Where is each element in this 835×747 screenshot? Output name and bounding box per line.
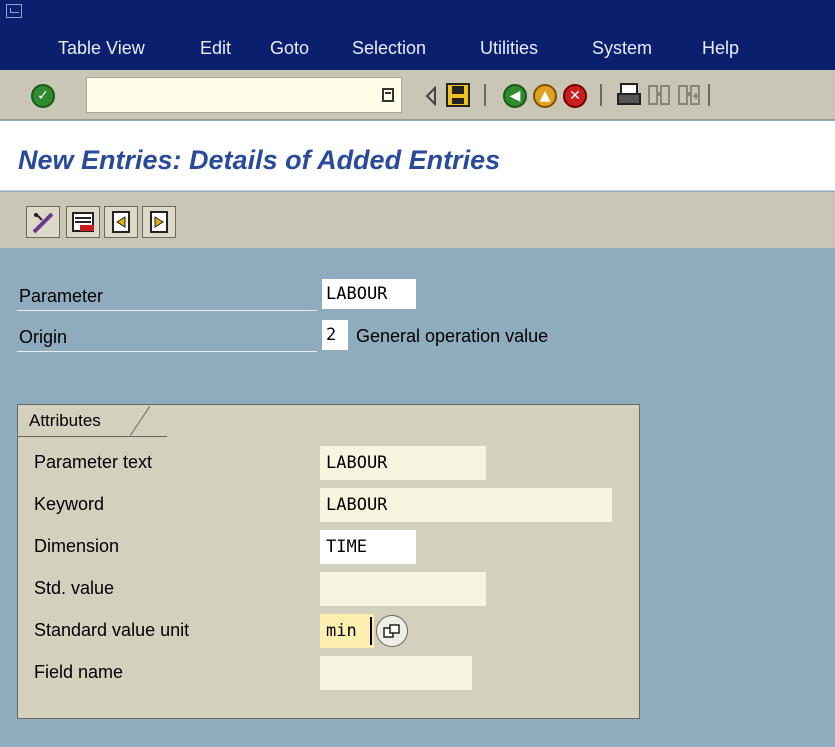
previous-entry-icon[interactable]: [104, 206, 138, 238]
print-icon[interactable]: [616, 82, 642, 108]
dimension-label: Dimension: [34, 536, 120, 556]
origin-description: General operation value: [356, 326, 549, 346]
next-entry-icon[interactable]: [142, 206, 176, 238]
origin-value: 2: [322, 320, 348, 350]
text-cursor: [370, 617, 372, 645]
parameter-value: LABOUR: [322, 279, 416, 309]
field-name-label: Field name: [34, 662, 124, 682]
title-bar: New Entries: Details of Added Entries: [0, 121, 835, 191]
dropdown-icon[interactable]: [382, 88, 394, 102]
tab-underline: [17, 436, 167, 437]
keyword-label: Keyword: [34, 494, 105, 514]
std-value-field[interactable]: [320, 572, 486, 606]
find-next-icon[interactable]: [676, 82, 702, 108]
std-value-unit-label: Standard value unit: [34, 620, 190, 640]
cancel-icon[interactable]: ✕: [562, 83, 588, 109]
dimension-field: TIME: [320, 530, 416, 564]
exit-icon[interactable]: ▲: [532, 83, 558, 109]
menu-utilities[interactable]: Utilities: [480, 38, 538, 59]
search-help-button[interactable]: [376, 615, 408, 647]
delete-icon[interactable]: [66, 206, 100, 238]
keyword-field[interactable]: LABOUR: [320, 488, 612, 522]
menu-edit[interactable]: Edit: [200, 38, 231, 59]
page-title: New Entries: Details of Added Entries: [18, 145, 501, 175]
tab-corner: [130, 406, 150, 436]
search-help-icon: [383, 624, 400, 638]
menu-table-view[interactable]: Table View: [58, 38, 145, 59]
parameter-label: Parameter: [17, 281, 317, 311]
attributes-tab: Attributes: [19, 406, 111, 436]
std-value-label: Std. value: [34, 578, 115, 598]
toolbar-separator: [708, 84, 710, 106]
change-icon[interactable]: [26, 206, 60, 238]
toolbar-separator: [600, 84, 602, 106]
field-name-field[interactable]: [320, 656, 472, 690]
find-icon[interactable]: [646, 82, 672, 108]
enter-icon[interactable]: ✓: [30, 83, 56, 109]
menu-goto[interactable]: Goto: [270, 38, 309, 59]
system-menu-icon[interactable]: [6, 4, 22, 18]
back-arrow-icon[interactable]: [424, 86, 438, 106]
toolbar-separator: [484, 84, 486, 106]
save-icon[interactable]: [445, 82, 471, 108]
std-value-unit-field[interactable]: min: [320, 614, 374, 648]
menu-help[interactable]: Help: [702, 38, 739, 59]
command-field[interactable]: [86, 77, 402, 113]
origin-label: Origin: [17, 322, 317, 352]
parameter-text-field[interactable]: LABOUR: [320, 446, 486, 480]
menu-system[interactable]: System: [592, 38, 652, 59]
menu-bar: Table View Edit Goto Selection Utilities…: [0, 0, 835, 70]
back-icon[interactable]: ◀: [502, 83, 528, 109]
parameter-text-label: Parameter text: [34, 452, 153, 472]
menu-selection[interactable]: Selection: [352, 38, 426, 59]
